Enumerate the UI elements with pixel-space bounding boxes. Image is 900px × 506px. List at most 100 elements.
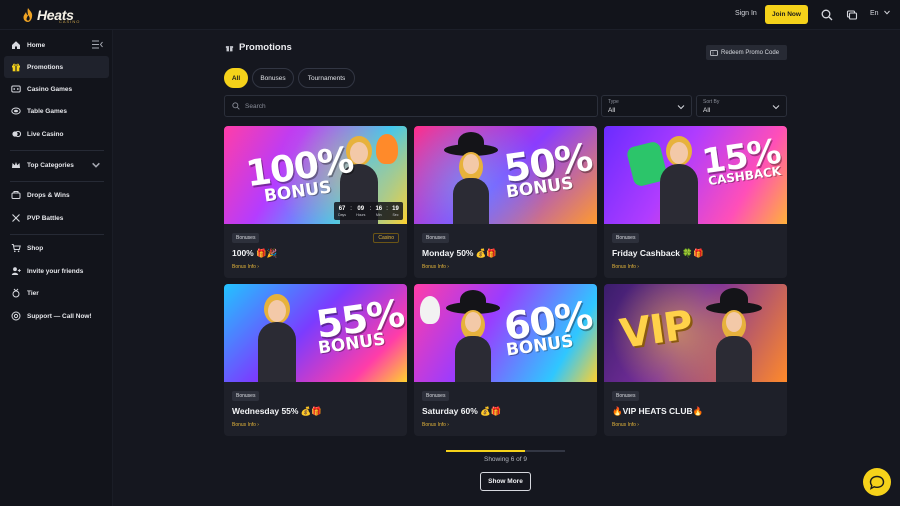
top-bar: Heats CASINO Sign In Join Now En (0, 0, 900, 30)
sidebar-item-label: Live Casino (27, 130, 64, 138)
sidebar-item-casino-games[interactable]: Casino Games (4, 78, 109, 100)
bonus-info-link[interactable]: Bonus Info › (612, 264, 639, 270)
banner-percent: VIP (617, 302, 696, 358)
promo-title: Saturday 60% 💰🎁 (422, 406, 502, 416)
sidebar-item-support[interactable]: Support — Call Now! (4, 305, 109, 327)
bonus-info-label: Bonus Info (422, 264, 446, 270)
page-title-text: Promotions (239, 42, 292, 53)
bonus-info-label: Bonus Info (422, 422, 446, 428)
cart-icon (11, 244, 21, 253)
logo[interactable]: Heats CASINO (22, 5, 79, 25)
chevron-down-icon (883, 10, 890, 15)
sidebar-divider (10, 150, 104, 151)
crown-icon (12, 162, 20, 168)
slots-icon (11, 85, 21, 93)
sidebar-item-drops-wins[interactable]: Drops & Wins (4, 184, 109, 206)
sidebar-item-label: Promotions (27, 63, 64, 71)
promo-banner: 60% BONUS (414, 284, 597, 382)
promo-title: 100% 🎁🎉 (232, 248, 278, 258)
sidebar-item-shop[interactable]: Shop (4, 237, 109, 259)
promo-card[interactable]: VIP Bonuses 🔥VIP HEATS CLUB🔥 Bonus Info … (604, 284, 787, 436)
home-icon (12, 41, 20, 49)
type-value: All (608, 107, 616, 114)
search-icon[interactable] (821, 9, 833, 21)
timer-minutes: 16 (375, 205, 383, 212)
promo-card[interactable]: 60% BONUS Bonuses Saturday 60% 💰🎁 Bonus … (414, 284, 597, 436)
bonus-info-link[interactable]: Bonus Info › (612, 422, 639, 428)
timer-days: 67 (338, 205, 346, 212)
promo-banner: 55% BONUS (224, 284, 407, 382)
timer-separator: : (369, 205, 372, 212)
bonus-info-link[interactable]: Bonus Info › (422, 264, 449, 270)
notifications-icon[interactable] (846, 9, 858, 21)
timer-hours: 09 (357, 205, 365, 212)
category-badge: Bonuses (232, 391, 260, 401)
sidebar-item-top-categories[interactable]: Top Categories (4, 154, 109, 176)
showing-count: Showing 6 of 9 (483, 456, 527, 463)
sidebar-item-tier[interactable]: Tier (4, 282, 109, 304)
chevron-down-icon (772, 105, 780, 110)
sidebar-divider (10, 234, 104, 235)
sidebar-item-table-games[interactable]: Table Games (4, 100, 109, 122)
language-label: En (870, 10, 879, 17)
search-input[interactable]: Search (224, 95, 598, 117)
live-icon (12, 130, 21, 138)
bonus-info-label: Bonus Info (612, 422, 636, 428)
category-badge: Bonuses (422, 233, 450, 243)
sidebar-item-label: PVP Battles (27, 214, 64, 222)
promo-title: Friday Cashback 🍀🎁 (612, 248, 704, 258)
redeem-promo-button[interactable]: Redeem Promo Code (706, 45, 787, 60)
chat-button[interactable] (863, 468, 891, 496)
category-badge: Bonuses (612, 391, 640, 401)
sidebar-item-label: Top Categories (27, 161, 74, 169)
sort-select[interactable]: Sort By All (696, 95, 787, 117)
redeem-label: Redeem Promo Code (721, 49, 780, 56)
model-image (704, 288, 764, 382)
bonus-info-label: Bonus Info (232, 422, 256, 428)
tab-tournaments[interactable]: Tournaments (298, 68, 355, 88)
promo-card[interactable]: 55% BONUS Bonuses Wednesday 55% 💰🎁 Bonus… (224, 284, 407, 436)
sidebar-item-invite-friends[interactable]: Invite your friends (4, 260, 109, 282)
model-image (254, 294, 300, 382)
bonus-info-link[interactable]: Bonus Info › (422, 422, 449, 428)
timer-separator: : (350, 205, 352, 212)
logo-subtext: CASINO (59, 19, 81, 24)
promo-title: Wednesday 55% 💰🎁 (232, 406, 322, 416)
sort-value: All (703, 107, 711, 114)
sidebar-item-label: Invite your friends (27, 267, 84, 275)
promo-card[interactable]: 100% BONUS 67 Days : 09 Hours : 16 Min : 19… (224, 126, 407, 278)
sidebar-item-home[interactable]: Home (4, 34, 109, 56)
show-more-button[interactable]: Show More (480, 472, 531, 491)
sidebar-item-pvp-battles[interactable]: PVP Battles (4, 207, 109, 229)
sort-label: Sort By (703, 99, 720, 105)
join-now-button[interactable]: Join Now (765, 5, 808, 24)
sidebar-item-label: Support — Call Now! (27, 312, 92, 320)
language-selector[interactable]: En (870, 10, 890, 17)
timer-seconds: 19 (392, 205, 399, 212)
progress-fill (446, 450, 525, 452)
tab-all[interactable]: All (224, 68, 248, 88)
search-icon (232, 102, 240, 110)
sidebar-item-live-casino[interactable]: Live Casino (4, 123, 109, 145)
casino-badge: Casino (373, 233, 399, 243)
category-badge: Bonuses (612, 233, 640, 243)
bonus-info-link[interactable]: Bonus Info › (232, 264, 259, 270)
tab-bonuses[interactable]: Bonuses (252, 68, 294, 88)
sidebar-item-promotions[interactable]: Promotions (4, 56, 109, 78)
table-icon (11, 107, 21, 115)
type-select[interactable]: Type All (601, 95, 692, 117)
support-icon (11, 311, 21, 321)
promo-card[interactable]: 15% CASHBACK Bonuses Friday Cashback 🍀🎁 … (604, 126, 787, 278)
bonus-info-link[interactable]: Bonus Info › (232, 422, 259, 428)
mascot-image (376, 134, 398, 164)
page-title: Promotions (225, 42, 292, 53)
promo-title: 🔥VIP HEATS CLUB🔥 (612, 406, 704, 416)
sidebar-item-label: Casino Games (27, 85, 73, 93)
swords-icon (12, 214, 20, 222)
sign-in-link[interactable]: Sign In (735, 10, 757, 17)
sidebar-divider (10, 181, 104, 182)
gift-icon (225, 46, 234, 52)
timer-days-label: Days (338, 212, 347, 217)
invite-icon (11, 267, 21, 275)
promo-card[interactable]: 50% BONUS Bonuses Monday 50% 💰🎁 Bonus In… (414, 126, 597, 278)
